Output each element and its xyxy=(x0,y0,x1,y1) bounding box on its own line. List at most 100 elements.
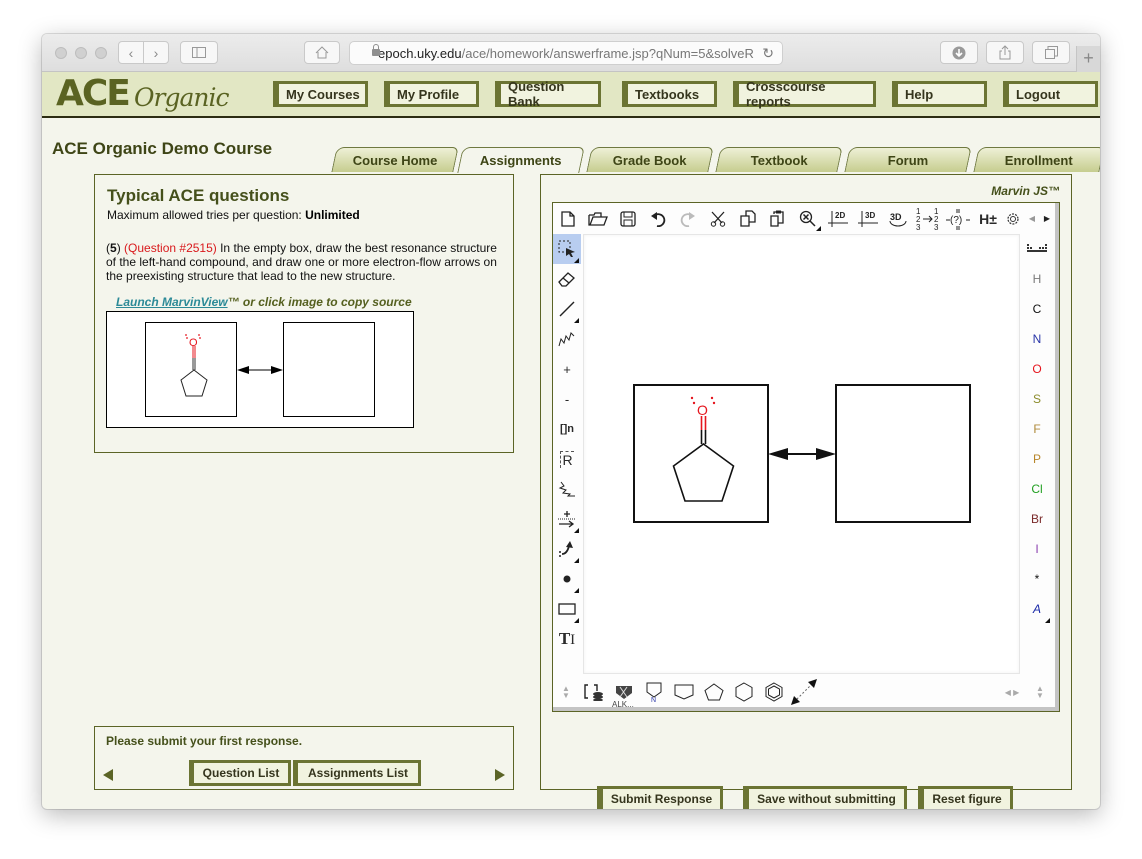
electron-flow-arrow-tool[interactable] xyxy=(553,534,581,564)
submit-response-button[interactable]: Submit Response xyxy=(597,786,723,809)
nav-my-profile[interactable]: My Profile xyxy=(384,81,479,107)
share-button[interactable] xyxy=(986,41,1024,64)
clean-2d-button[interactable]: 2D xyxy=(823,206,853,232)
reset-figure-button[interactable]: Reset figure xyxy=(918,786,1013,809)
tab-label: Grade Book xyxy=(613,152,687,168)
settings-button[interactable] xyxy=(1003,206,1023,232)
pyrrole-template[interactable]: N xyxy=(639,677,669,707)
nav-my-courses[interactable]: My Courses xyxy=(273,81,368,107)
element-f[interactable]: F xyxy=(1022,414,1052,444)
cyclopentanone-molecule[interactable]: O xyxy=(672,396,735,502)
rgroup-tool[interactable]: R xyxy=(553,444,581,474)
renumber-button[interactable]: 123123 xyxy=(913,206,943,232)
back-button[interactable]: ‹ xyxy=(118,41,144,64)
element-n[interactable]: N xyxy=(1022,324,1052,354)
address-bar[interactable]: epoch.uky.edu/ace/homework/answerframe.j… xyxy=(349,41,783,65)
resonance-arrow[interactable] xyxy=(768,448,836,460)
save-without-submitting-button[interactable]: Save without submitting xyxy=(743,786,907,809)
element-p[interactable]: P xyxy=(1022,444,1052,474)
nav-logout[interactable]: Logout xyxy=(1003,81,1098,107)
single-bond-tool[interactable] xyxy=(553,294,581,324)
zoom-clear-button[interactable] xyxy=(793,206,823,232)
element-h[interactable]: H xyxy=(1022,264,1052,294)
text-tool[interactable]: TI xyxy=(553,624,581,654)
assignments-list-button[interactable]: Assignments List xyxy=(293,760,421,786)
tab-grade-book[interactable]: Grade Book xyxy=(586,147,714,172)
reaction-arrow-tool[interactable] xyxy=(553,504,581,534)
cyclohexane-template[interactable] xyxy=(729,677,759,707)
home-button[interactable] xyxy=(304,41,340,64)
element-o[interactable]: O xyxy=(1022,354,1052,384)
sgroup-tool[interactable]: []n xyxy=(553,414,581,444)
element-cl[interactable]: Cl xyxy=(1022,474,1052,504)
unknown-bond-button[interactable]: (?) xyxy=(943,206,973,232)
nav-crosscourse-reports[interactable]: Crosscourse reports xyxy=(733,79,876,109)
plus-charge-icon: + xyxy=(563,361,571,377)
alkanes-template-button[interactable]: ALK... xyxy=(609,677,639,709)
question-figure-thumbnail[interactable]: O xyxy=(106,311,414,428)
ace-organic-logo[interactable]: ACE Organic xyxy=(56,74,229,116)
template-scroll-horizontal[interactable]: ◀ ▶ xyxy=(999,677,1025,707)
toolbar-scroll-right[interactable]: ▶ xyxy=(1041,206,1053,232)
element-i[interactable]: I xyxy=(1022,534,1052,564)
element-s[interactable]: S xyxy=(1022,384,1052,414)
chain-icon xyxy=(558,332,575,347)
tab-assignments[interactable]: Assignments xyxy=(457,147,585,173)
right-answer-box[interactable] xyxy=(835,384,971,523)
template-scroll-vertical-right[interactable]: ▲ ▼ xyxy=(1025,677,1055,707)
benzene-template[interactable] xyxy=(759,677,789,707)
previous-question-arrow[interactable] xyxy=(103,769,113,781)
zoom-window-button[interactable] xyxy=(95,47,107,59)
select-tool[interactable] xyxy=(553,234,581,264)
launch-marvinview-link[interactable]: Launch MarvinView xyxy=(116,295,228,309)
cyclopentane-template[interactable] xyxy=(699,677,729,707)
element-c[interactable]: C xyxy=(1022,294,1052,324)
forward-button[interactable]: › xyxy=(143,41,169,64)
tab-forum[interactable]: Forum xyxy=(844,147,972,172)
nav-help[interactable]: Help xyxy=(892,81,987,107)
add-remove-hydrogens-button[interactable]: H± xyxy=(973,206,1003,232)
element-br[interactable]: Br xyxy=(1022,504,1052,534)
drawing-canvas[interactable]: O xyxy=(583,234,1020,674)
undo-button[interactable] xyxy=(643,206,673,232)
new-document-button[interactable] xyxy=(553,206,583,232)
increase-charge-tool[interactable]: + xyxy=(553,354,581,384)
downloads-button[interactable] xyxy=(940,41,978,64)
attachment-point-tool[interactable] xyxy=(553,474,581,504)
erase-tool[interactable] xyxy=(553,264,581,294)
clean-3d-button[interactable]: 3D xyxy=(853,206,883,232)
element-symbol: I xyxy=(1035,542,1039,556)
save-button[interactable] xyxy=(613,206,643,232)
tabs-overview-button[interactable] xyxy=(1032,41,1070,64)
lone-pair-tool[interactable] xyxy=(553,564,581,594)
template-scroll-vertical[interactable]: ▲ ▼ xyxy=(553,677,579,707)
next-question-arrow[interactable] xyxy=(495,769,505,781)
minimize-window-button[interactable] xyxy=(75,47,87,59)
tab-enrollment[interactable]: Enrollment xyxy=(973,147,1100,172)
tab-textbook[interactable]: Textbook xyxy=(715,147,843,172)
cyclobutane-template[interactable] xyxy=(669,677,699,707)
toolbar-scroll-left[interactable]: ◀ xyxy=(1023,206,1041,232)
paste-button[interactable] xyxy=(763,206,793,232)
rectangle-tool[interactable] xyxy=(553,594,581,624)
redo-button[interactable] xyxy=(673,206,703,232)
new-tab-button[interactable]: + xyxy=(1076,46,1100,72)
element-any[interactable]: * xyxy=(1022,564,1052,594)
nav-textbooks[interactable]: Textbooks xyxy=(622,81,717,107)
template-library-button[interactable] xyxy=(579,677,609,707)
chain-tool[interactable] xyxy=(553,324,581,354)
atom-list[interactable]: A xyxy=(1022,594,1052,624)
sidebar-button[interactable] xyxy=(180,41,218,64)
decrease-charge-tool[interactable]: - xyxy=(553,384,581,414)
resize-arrow[interactable] xyxy=(789,677,819,707)
close-window-button[interactable] xyxy=(55,47,67,59)
open-button[interactable] xyxy=(583,206,613,232)
periodic-table-button[interactable] xyxy=(1022,234,1052,264)
reload-icon[interactable]: ↻ xyxy=(762,45,774,62)
nav-question-bank[interactable]: Question Bank xyxy=(495,79,601,109)
cut-button[interactable] xyxy=(703,206,733,232)
tab-course-home[interactable]: Course Home xyxy=(331,147,459,172)
copy-button[interactable] xyxy=(733,206,763,232)
question-list-button[interactable]: Question List xyxy=(189,760,291,786)
rotate-3d-button[interactable]: 3D xyxy=(883,206,913,232)
